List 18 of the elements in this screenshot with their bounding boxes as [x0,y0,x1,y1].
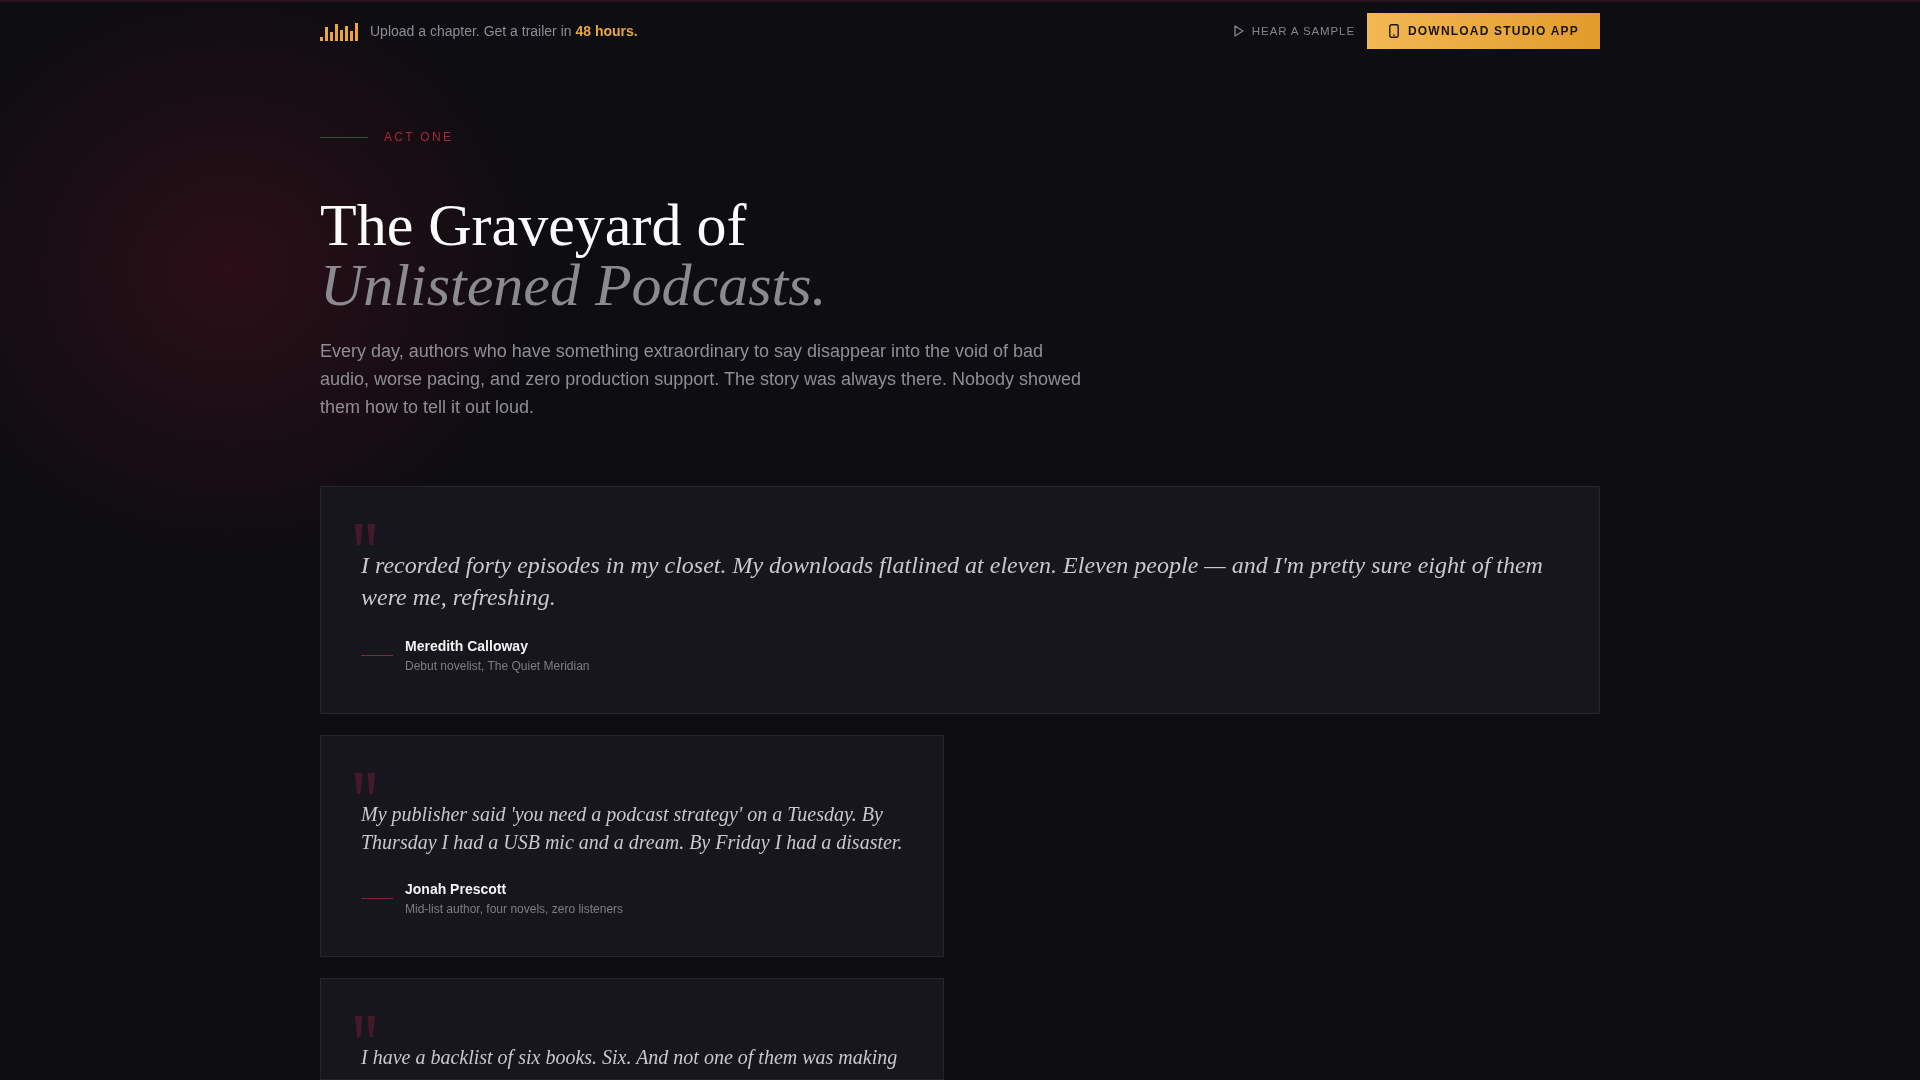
hear-sample-link[interactable]: HEAR A SAMPLE [1233,21,1355,41]
quote-text: I have a backlist of six books. Six. And not one of them was making [361,1045,899,1071]
quote-mark-icon [353,1016,377,1037]
author-name: Jonah Prescott [405,880,508,898]
quote-text: My publisher said 'you need a podcast strategy' on a Tuesday. By Thursday I had a USB mic and a dream. By Friday I had a disaster. [361,802,903,856]
author-name: Meredith Calloway [405,637,529,655]
quote-mark-icon [353,524,377,545]
author-role: Debut novelist, The Quiet Meridian [405,658,590,674]
eyebrow-label: ACT ONE [384,130,454,144]
author-role: Mid-list author, four novels, zero listeners [405,901,624,917]
phone-icon [1388,24,1399,38]
quote-text: I recorded forty episodes in my closet. My downloads flatlined at eleven. Eleven people — and I'm pretty sure eight of them were me, refreshing. [361,551,1544,612]
play-icon [1233,25,1244,37]
download-studio-app-button[interactable]: DOWNLOAD STUDIO APP [1366,13,1600,49]
tagline-text: Upload a chapter. Get a trailer in 48 hours. [370,23,638,39]
intro-paragraph: Every day, authors who have something extraordinary to say disappear into the void of bad audio, worse pacing, and zero production support. The story was always there. Nobody showed them how to tell it out loud. [320,340,1083,419]
sound-bars-icon [320,21,358,41]
quote-mark-icon [353,773,377,794]
